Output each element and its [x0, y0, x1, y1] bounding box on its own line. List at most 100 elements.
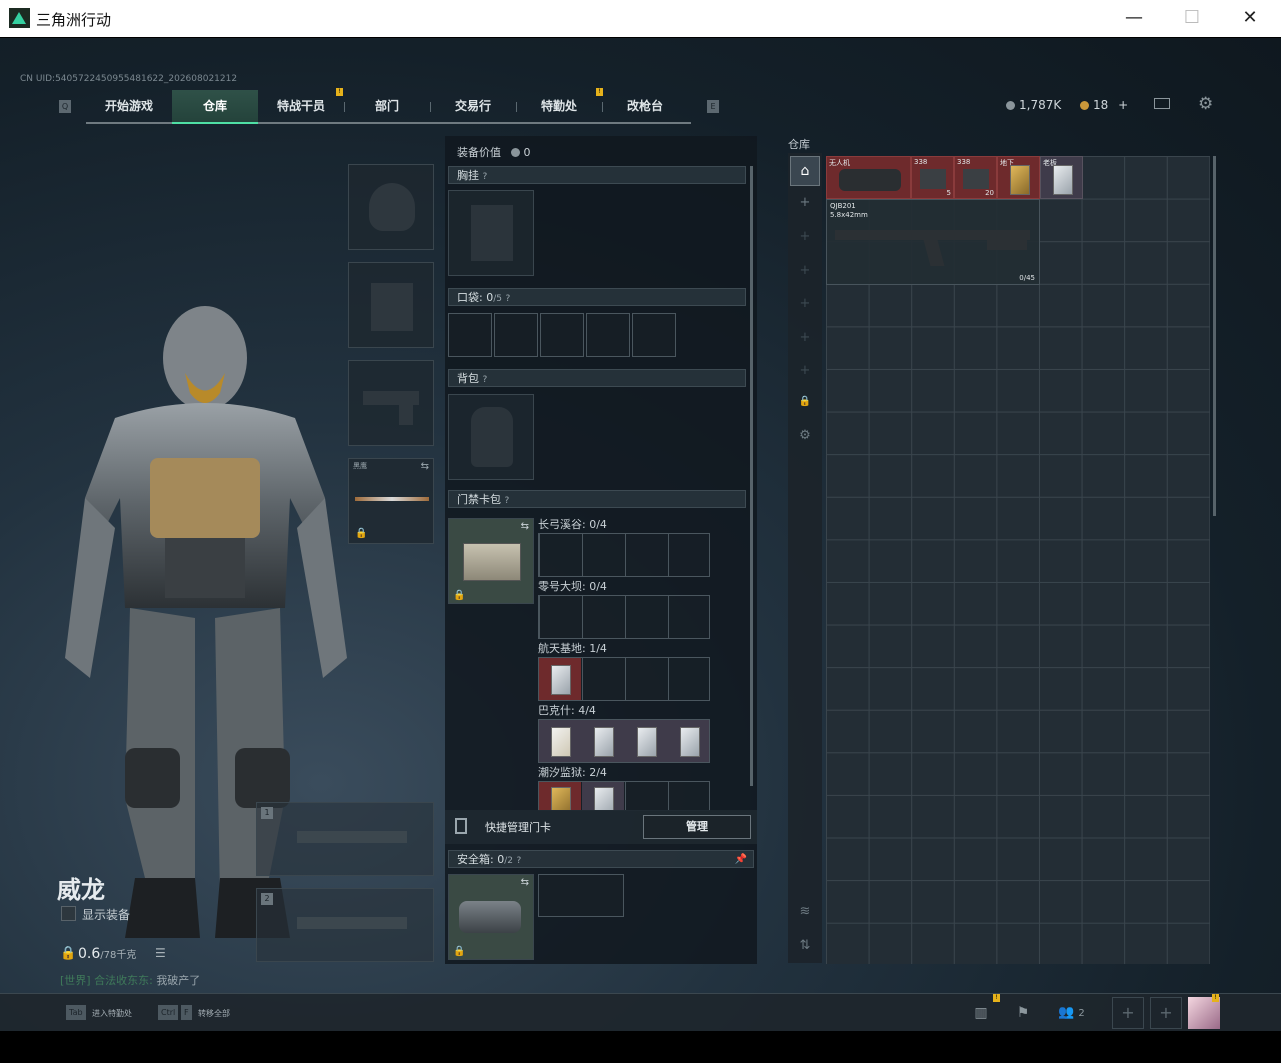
- minimize-button[interactable]: —: [1122, 6, 1146, 30]
- keycard-item[interactable]: [539, 658, 581, 700]
- chat-user: 合法收东东:: [94, 974, 153, 987]
- flag-icon[interactable]: ⚑: [1004, 994, 1042, 1031]
- warehouse-main-tab-icon[interactable]: ⌂: [790, 156, 820, 186]
- map-keycard-row[interactable]: [538, 719, 710, 763]
- list-icon[interactable]: ☰: [155, 946, 166, 960]
- map-keycard-row[interactable]: [538, 657, 710, 701]
- safebox-storage-slot[interactable]: [538, 874, 624, 917]
- swap-icon[interactable]: ⇆: [521, 521, 529, 532]
- tab-department[interactable]: 部门: [344, 90, 430, 122]
- add-storage-button[interactable]: +: [798, 263, 812, 278]
- warehouse-item-ammo[interactable]: 338 5: [911, 156, 954, 199]
- layers-icon[interactable]: ≋: [798, 904, 812, 919]
- chest-rig-slot[interactable]: [448, 190, 534, 276]
- keycard-icon[interactable]: [594, 787, 614, 810]
- add-storage-button[interactable]: +: [798, 330, 812, 345]
- sidearm-slot[interactable]: [348, 360, 434, 446]
- loadout-scrollbar[interactable]: [750, 166, 753, 786]
- map-keycard-label: 潮汐监狱: 2/4: [538, 766, 607, 779]
- settings-gear-icon[interactable]: ⚙: [798, 428, 812, 443]
- manage-button[interactable]: 管理: [643, 815, 751, 839]
- f-key: F: [181, 1005, 192, 1020]
- equipment-value-amount: 0: [523, 146, 531, 159]
- maximize-button[interactable]: ☐: [1180, 6, 1204, 30]
- operator-name: 威龙: [57, 876, 105, 904]
- warehouse-item-card[interactable]: 老板: [1040, 156, 1083, 199]
- tab-operators[interactable]: 特战干员: [258, 90, 344, 122]
- chat-message: 我破产了: [156, 974, 201, 987]
- lock-icon[interactable]: 🔒: [798, 396, 812, 407]
- pin-icon[interactable]: 📌: [735, 851, 747, 869]
- pocket-slot[interactable]: [494, 313, 538, 357]
- pocket-slot[interactable]: [586, 313, 630, 357]
- keycard-case-slot[interactable]: ⇆ 🔒: [448, 518, 534, 604]
- friends-button[interactable]: 👥 2: [1058, 994, 1098, 1031]
- primary-weapon-slot-1[interactable]: 1: [256, 802, 434, 876]
- keycard-icon[interactable]: [551, 727, 571, 757]
- map-keycard-row[interactable]: [538, 533, 710, 577]
- warehouse-item-ammo[interactable]: 338 20: [954, 156, 997, 199]
- show-gear-label: 显示装备: [82, 908, 131, 922]
- help-icon[interactable]: ?: [505, 294, 510, 304]
- help-icon[interactable]: ?: [483, 172, 488, 182]
- helmet-slot[interactable]: [348, 164, 434, 250]
- add-teammate-button[interactable]: +: [1150, 997, 1182, 1029]
- add-storage-button[interactable]: +: [798, 195, 812, 210]
- rifle-name: QJB201: [830, 202, 856, 210]
- pocket-slot[interactable]: [540, 313, 584, 357]
- tab-trading[interactable]: 交易行: [430, 90, 516, 122]
- warehouse-item-rifle[interactable]: QJB201 5.8x42mm 0/45: [826, 199, 1040, 285]
- helmet-icon: [369, 183, 415, 231]
- pocket-slot[interactable]: [448, 313, 492, 357]
- map-keycard-row[interactable]: [538, 781, 710, 811]
- add-storage-button[interactable]: +: [798, 296, 812, 311]
- add-storage-button[interactable]: +: [798, 229, 812, 244]
- chat-line[interactable]: [世界] 合法收东东: 我破产了: [60, 972, 200, 988]
- help-icon[interactable]: ?: [483, 375, 488, 385]
- help-icon[interactable]: ?: [516, 856, 521, 866]
- safebox-slot[interactable]: ⇆ 🔒: [448, 874, 534, 960]
- coupon-display[interactable]: 18 +: [1080, 98, 1128, 112]
- transfer-all-hint[interactable]: 转移全部: [198, 1008, 230, 1019]
- keycard-icon[interactable]: [680, 727, 700, 757]
- help-icon[interactable]: ?: [505, 496, 510, 506]
- keycard-icon[interactable]: [551, 787, 571, 810]
- enter-special-ops-hint[interactable]: 进入特勤处: [92, 1008, 132, 1019]
- melee-slot[interactable]: 黑鹰 ⇆ 🔒: [348, 458, 434, 544]
- pocket-slot[interactable]: [632, 313, 676, 357]
- map-keycard-label: 零号大坝: 0/4: [538, 580, 607, 593]
- lock-icon: 🔒: [453, 946, 466, 957]
- keycard-icon[interactable]: [637, 727, 657, 757]
- add-storage-button[interactable]: +: [798, 363, 812, 378]
- sort-icon[interactable]: ⇅: [798, 938, 812, 953]
- add-coupon-button[interactable]: +: [1118, 98, 1128, 112]
- swap-icon[interactable]: ⇆: [421, 461, 429, 472]
- ammo-box-icon: [920, 169, 946, 189]
- quick-keycard-label: 快捷管理门卡: [485, 821, 551, 834]
- mail-icon[interactable]: [1154, 98, 1170, 109]
- nav-next-key[interactable]: E: [707, 100, 719, 113]
- drone-part-icon: [839, 169, 901, 191]
- backpack-slot[interactable]: [448, 394, 534, 480]
- show-gear-checkbox[interactable]: [61, 906, 76, 921]
- warehouse-scrollbar[interactable]: [1213, 156, 1216, 516]
- warehouse-item-card[interactable]: 地下: [997, 156, 1040, 199]
- tab-gunsmith[interactable]: 改枪台: [602, 90, 688, 122]
- close-button[interactable]: ✕: [1238, 6, 1262, 30]
- armor-slot[interactable]: [348, 262, 434, 348]
- pocket-header: 口袋: 0/5 ?: [448, 288, 746, 306]
- tab-start-game[interactable]: 开始游戏: [86, 90, 172, 122]
- warehouse-item-drone[interactable]: 无人机: [826, 156, 911, 199]
- money-display[interactable]: 1,787K: [1006, 98, 1061, 112]
- keycard-icon[interactable]: [594, 727, 614, 757]
- lock-icon: 🔒: [453, 590, 466, 601]
- swap-icon[interactable]: ⇆: [521, 877, 529, 888]
- knife-icon: [355, 497, 429, 501]
- tab-warehouse[interactable]: 仓库: [172, 90, 258, 124]
- add-teammate-button[interactable]: +: [1112, 997, 1144, 1029]
- map-keycard-row[interactable]: [538, 595, 710, 639]
- nav-prev-key[interactable]: Q: [59, 100, 71, 113]
- tab-special-ops[interactable]: 特勤处: [516, 90, 602, 122]
- settings-gear-icon[interactable]: ⚙: [1198, 94, 1213, 114]
- primary-weapon-slot-2[interactable]: 2: [256, 888, 434, 962]
